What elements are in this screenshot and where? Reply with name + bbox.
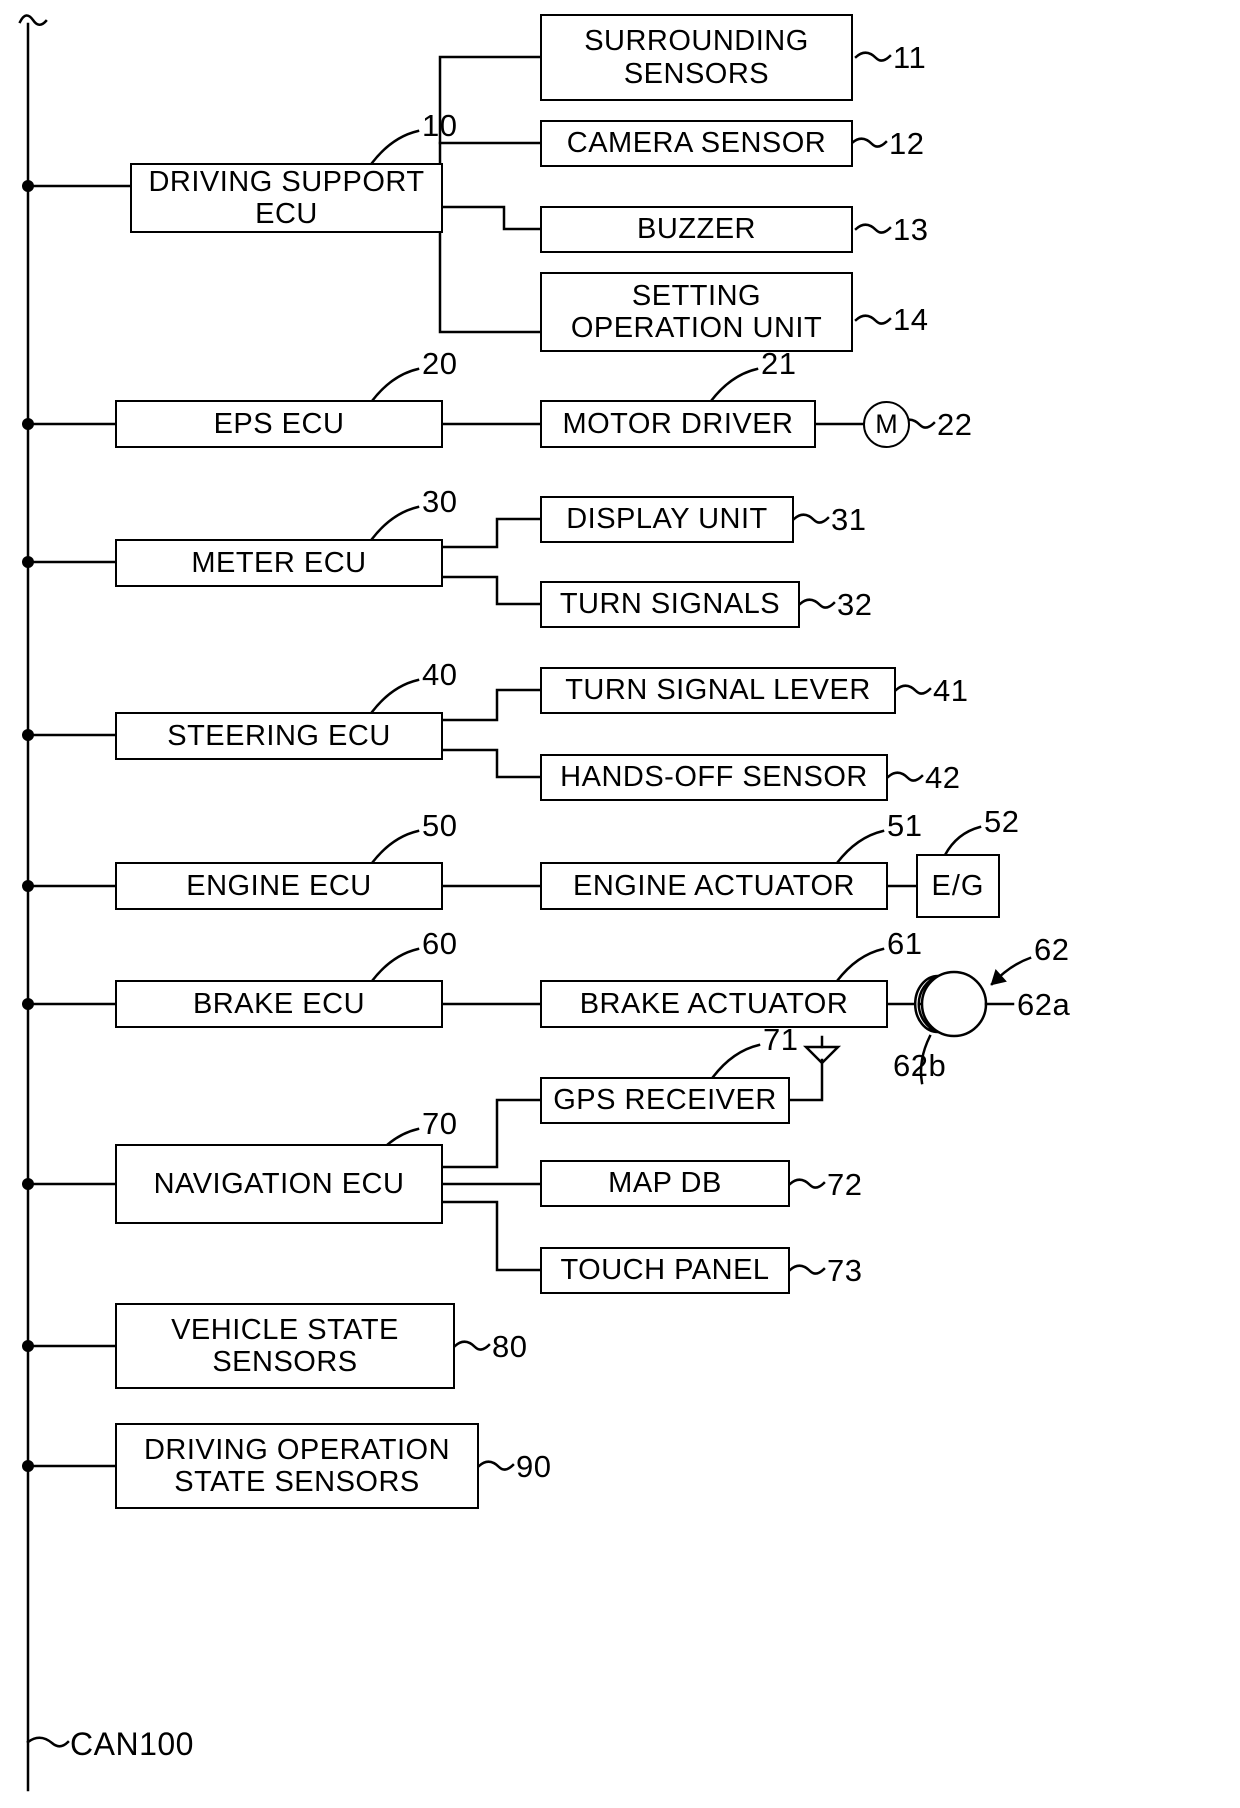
leader-80 (453, 1340, 491, 1351)
bus-node-60 (22, 998, 34, 1010)
ref-12: 12 (889, 126, 925, 161)
bus-node-80 (22, 1340, 34, 1352)
ref-73: 73 (827, 1253, 863, 1288)
leader-12 (850, 137, 888, 148)
ref-21: 21 (761, 346, 797, 381)
block-touch-panel[interactable]: TOUCH PANEL (540, 1247, 790, 1294)
leader-10 (370, 129, 420, 165)
leader-11 (854, 51, 892, 62)
leader-20 (370, 367, 420, 403)
block-eps-ecu[interactable]: EPS ECU (115, 400, 443, 448)
block-engine-ecu[interactable]: ENGINE ECU (115, 862, 443, 910)
bus-node-70 (22, 1178, 34, 1190)
block-buzzer[interactable]: BUZZER (540, 206, 853, 253)
bus-node-10 (22, 180, 34, 192)
leader-30 (370, 505, 420, 541)
block-meter-ecu[interactable]: METER ECU (115, 539, 443, 587)
leader-72 (788, 1178, 826, 1189)
block-steering-ecu[interactable]: STEERING ECU (115, 712, 443, 760)
ref-70: 70 (422, 1106, 458, 1141)
ref-52: 52 (984, 804, 1020, 839)
bus-node-20 (22, 418, 34, 430)
can-bus-break-squiggle (18, 14, 48, 26)
leader-90 (477, 1460, 515, 1471)
leader-50 (370, 829, 420, 865)
ref-62b: 62b (893, 1048, 947, 1083)
block-gps-receiver[interactable]: GPS RECEIVER (540, 1077, 790, 1124)
leader-14 (854, 314, 892, 325)
label-can-bus: CAN100 (70, 1726, 194, 1762)
block-vehicle-state-sensors[interactable]: VEHICLE STATE SENSORS (115, 1303, 455, 1389)
ref-42: 42 (925, 760, 961, 795)
bus-node-50 (22, 880, 34, 892)
ref-32: 32 (837, 587, 873, 622)
leader-21 (709, 367, 759, 403)
leader-52 (943, 825, 982, 857)
link-30-to-32 (441, 575, 542, 606)
link-70-to-73 (441, 1200, 542, 1272)
ref-30: 30 (422, 484, 458, 519)
block-surrounding-sensors[interactable]: SURROUNDING SENSORS (540, 14, 853, 101)
bus-node-90 (22, 1460, 34, 1472)
block-engine-actuator[interactable]: ENGINE ACTUATOR (540, 862, 888, 910)
block-engine[interactable]: E/G (916, 854, 1000, 918)
leader-42 (886, 771, 924, 782)
wheel-circle-62a (920, 970, 988, 1038)
leader-41 (894, 684, 932, 695)
ref-71: 71 (763, 1022, 799, 1057)
link-40-to-42 (441, 748, 542, 779)
ref-14: 14 (893, 302, 929, 337)
block-driving-support-ecu[interactable]: DRIVING SUPPORT ECU (130, 163, 443, 233)
figure-canvas: DRIVING SUPPORT ECU SURROUNDING SENSORS … (0, 0, 1240, 1808)
block-driving-operation-state-sensors[interactable]: DRIVING OPERATION STATE SENSORS (115, 1423, 479, 1509)
motor-symbol[interactable]: M (863, 401, 910, 448)
ref-90: 90 (516, 1449, 552, 1484)
leader-31 (792, 513, 830, 524)
leader-60 (370, 947, 420, 983)
gps-antenna-wire (788, 1058, 824, 1102)
ref-80: 80 (492, 1329, 528, 1364)
block-hands-off-sensor[interactable]: HANDS-OFF SENSOR (540, 754, 888, 801)
block-brake-ecu[interactable]: BRAKE ECU (115, 980, 443, 1028)
block-map-db[interactable]: MAP DB (540, 1160, 790, 1207)
bus-node-30 (22, 556, 34, 568)
link-40-to-41 (441, 688, 542, 722)
block-navigation-ecu[interactable]: NAVIGATION ECU (115, 1144, 443, 1224)
ref-40: 40 (422, 657, 458, 692)
ref-13: 13 (893, 212, 929, 247)
ref-20: 20 (422, 346, 458, 381)
block-turn-signal-lever[interactable]: TURN SIGNAL LEVER (540, 667, 896, 714)
leader-40 (370, 678, 420, 714)
block-camera-sensor[interactable]: CAMERA SENSOR (540, 120, 853, 167)
block-turn-signals[interactable]: TURN SIGNALS (540, 581, 800, 628)
link-10-to-13 (438, 205, 542, 231)
leader-51 (835, 829, 885, 865)
ref-61: 61 (887, 926, 923, 961)
leader-73 (788, 1264, 826, 1275)
ref-51: 51 (887, 808, 923, 843)
block-setting-operation-unit[interactable]: SETTING OPERATION UNIT (540, 272, 853, 352)
ref-72: 72 (827, 1167, 863, 1202)
link-10-to-14 (438, 230, 542, 334)
leader-32 (798, 598, 836, 609)
leader-13 (854, 223, 892, 234)
bus-node-40 (22, 729, 34, 741)
block-display-unit[interactable]: DISPLAY UNIT (540, 496, 794, 543)
ref-11: 11 (893, 40, 927, 75)
ref-62: 62 (1034, 932, 1070, 967)
ref-41: 41 (933, 673, 969, 708)
ref-10: 10 (422, 108, 458, 143)
can-bus-leader (26, 1736, 70, 1748)
ref-62a: 62a (1017, 987, 1071, 1022)
ref-60: 60 (422, 926, 458, 961)
leader-61 (835, 947, 885, 983)
block-motor-driver[interactable]: MOTOR DRIVER (540, 400, 816, 448)
ref-22: 22 (937, 407, 973, 442)
ref-31: 31 (831, 502, 867, 537)
ref-50: 50 (422, 808, 458, 843)
link-30-to-31 (441, 517, 542, 549)
link-70-to-71 (441, 1098, 542, 1169)
leader-71 (711, 1043, 761, 1079)
block-brake-actuator[interactable]: BRAKE ACTUATOR (540, 980, 888, 1028)
